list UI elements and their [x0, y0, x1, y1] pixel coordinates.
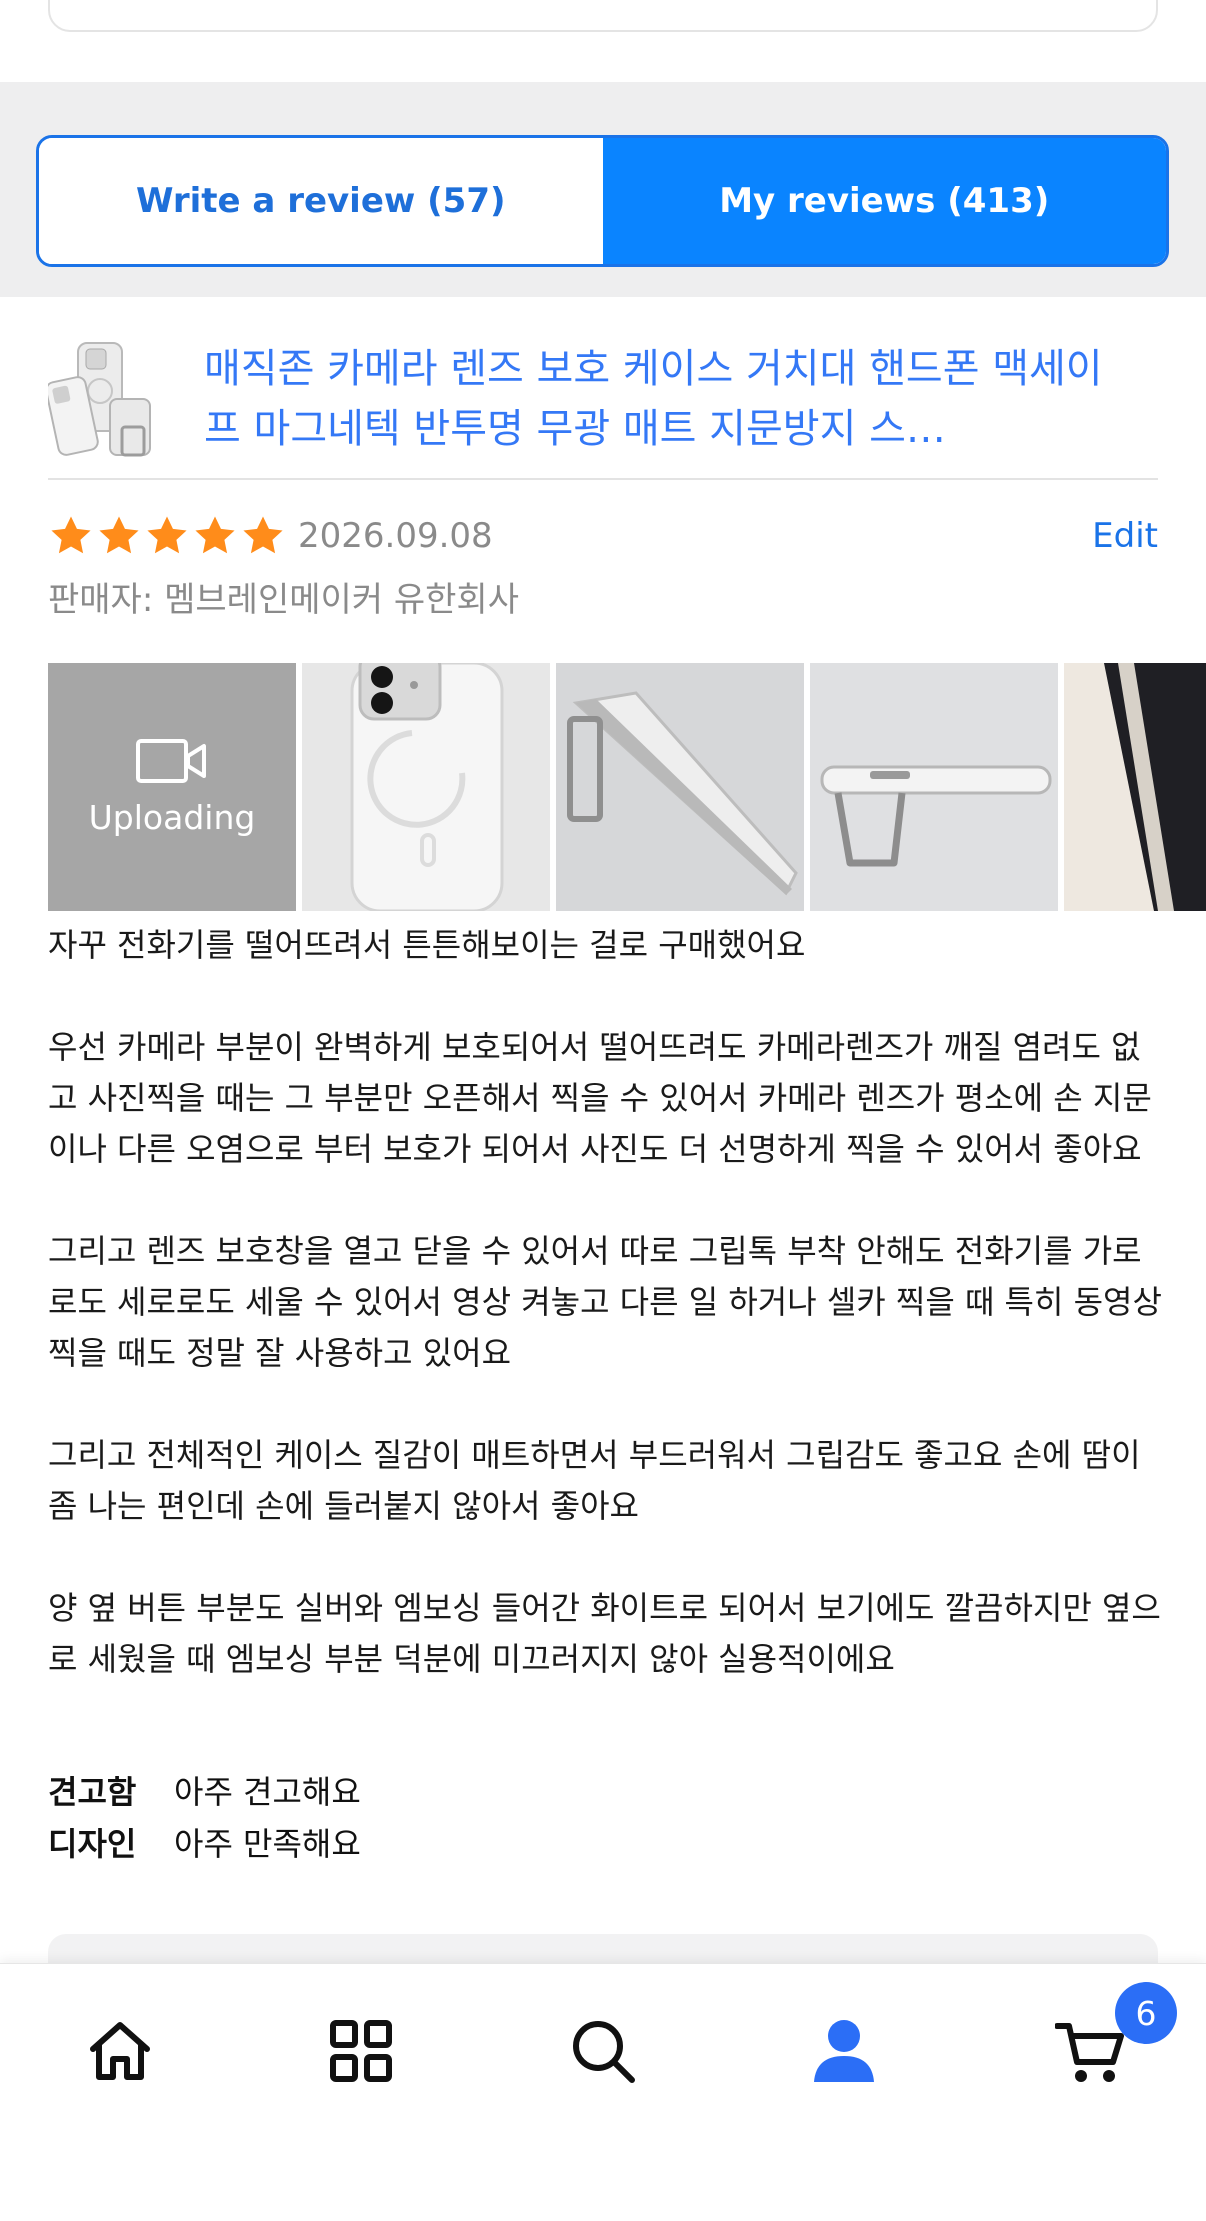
uploading-label: Uploading — [88, 797, 256, 837]
review-text: 자꾸 전화기를 떨어뜨려서 튼튼해보이는 걸로 구매했어요 우선 카메라 부분이… — [48, 920, 1168, 1685]
review-paragraph: 우선 카메라 부분이 완벽하게 보호되어서 떨어뜨려도 카메라렌즈가 깨질 염려… — [48, 1028, 1152, 1168]
product-title[interactable]: 매직존 카메라 렌즈 보호 케이스 거치대 핸드폰 맥세이프 마그네텍 반투명 … — [204, 339, 1124, 459]
home-icon — [90, 2022, 150, 2080]
review-date: 2026.09.08 — [298, 516, 493, 556]
star-icon — [147, 516, 187, 554]
cart-icon — [1055, 2023, 1124, 2082]
cart-badge: 6 — [1115, 1982, 1177, 2044]
review-photo[interactable] — [1064, 663, 1206, 911]
tab-write-review[interactable]: Write a review (57) — [39, 138, 603, 264]
profile-icon — [814, 2020, 874, 2082]
review-photo[interactable] — [810, 663, 1058, 911]
search-icon — [573, 2021, 635, 2083]
star-icon — [243, 516, 283, 554]
previous-card — [48, 0, 1158, 32]
edit-button[interactable]: Edit — [1092, 516, 1158, 556]
video-camera-icon — [136, 738, 206, 783]
review-media-strip[interactable]: Uploading — [48, 663, 1206, 911]
attribute-value: 아주 만족해요 — [174, 1825, 361, 1863]
bottom-nav — [0, 1963, 1206, 2221]
attribute-key: 견고함 — [48, 1773, 137, 1811]
attribute-row: 디자인 아주 만족해요 — [48, 1818, 361, 1870]
attribute-value: 아주 견고해요 — [174, 1773, 361, 1811]
review-paragraph: 그리고 전체적인 케이스 질감이 매트하면서 부드러워서 그립감도 좋고요 손에… — [48, 1436, 1141, 1525]
star-icon — [195, 516, 235, 554]
review-paragraph: 양 옆 버튼 부분도 실버와 엠보싱 들어간 화이트로 되어서 보기에도 깔끔하… — [48, 1589, 1161, 1678]
star-icon — [51, 516, 91, 554]
nav-categories[interactable] — [316, 2006, 406, 2096]
review-paragraph: 자꾸 전화기를 떨어뜨려서 튼튼해보이는 걸로 구매했어요 — [48, 926, 806, 964]
product-thumbnail[interactable] — [45, 339, 168, 459]
product-row[interactable]: 매직존 카메라 렌즈 보호 케이스 거치대 핸드폰 맥세이프 마그네텍 반투명 … — [45, 320, 1158, 480]
review-photo[interactable] — [556, 663, 804, 911]
categories-icon — [330, 2020, 392, 2082]
nav-profile[interactable] — [799, 2006, 889, 2096]
review-paragraph: 그리고 렌즈 보호창을 열고 닫을 수 있어서 따로 그립톡 부착 안해도 전화… — [48, 1232, 1162, 1372]
attribute-row: 견고함 아주 견고해요 — [48, 1766, 361, 1818]
review-photo[interactable] — [302, 663, 550, 911]
review-attributes: 견고함 아주 견고해요 디자인 아주 만족해요 — [48, 1766, 361, 1870]
nav-home[interactable] — [75, 2006, 165, 2096]
seller-name: 판매자: 멤브레인메이커 유한회사 — [48, 580, 519, 620]
tab-my-reviews[interactable]: My reviews (413) — [602, 138, 1166, 264]
rating-row: 2026.09.08 Edit — [48, 508, 1158, 564]
attribute-key: 디자인 — [48, 1825, 137, 1863]
uploading-video-tile[interactable]: Uploading — [48, 663, 296, 911]
review-tabs: Write a review (57) My reviews (413) — [36, 135, 1169, 267]
star-rating — [48, 513, 286, 559]
nav-search[interactable] — [558, 2006, 648, 2096]
star-icon — [99, 516, 139, 554]
